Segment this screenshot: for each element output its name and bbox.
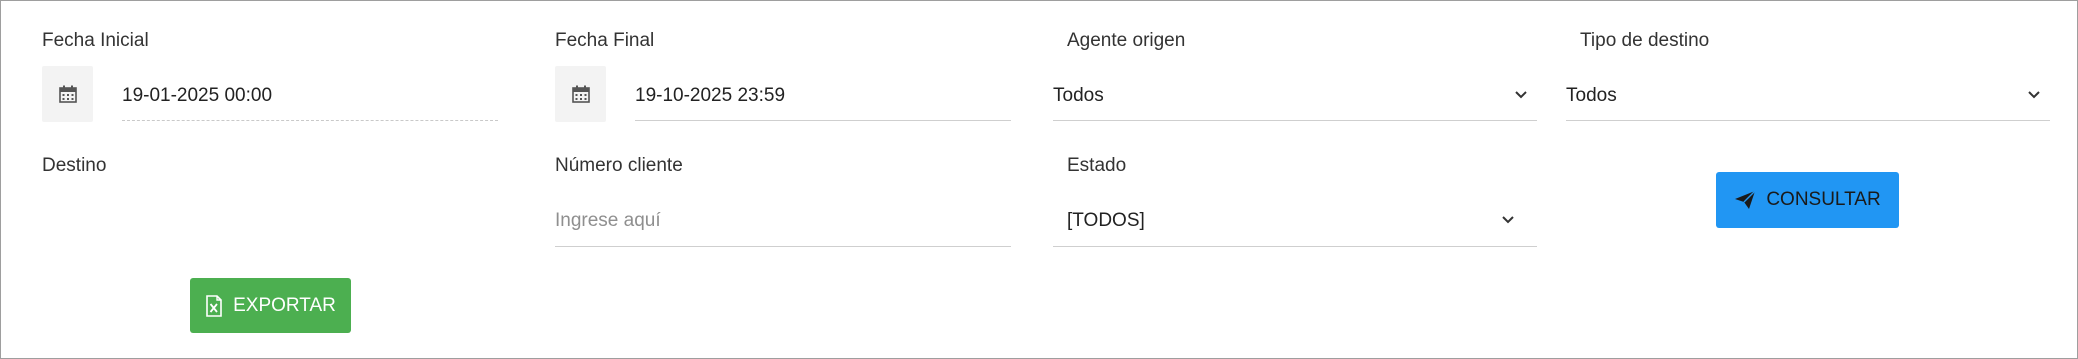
consultar-button[interactable]: CONSULTAR xyxy=(1716,172,1899,228)
chevron-down-icon xyxy=(1502,216,1514,224)
fecha-final-calendar-button[interactable] xyxy=(555,66,606,122)
agente-origen-underline xyxy=(1053,120,1537,121)
fecha-inicial-underline xyxy=(122,120,498,121)
tipo-destino-select[interactable]: Todos xyxy=(1566,79,2050,119)
fecha-final-input[interactable]: 19-10-2025 23:59 xyxy=(635,85,785,107)
numero-cliente-label: Número cliente xyxy=(555,155,683,176)
calendar-icon xyxy=(571,85,590,103)
estado-value: [TODOS] xyxy=(1067,210,1145,231)
paper-plane-icon xyxy=(1735,190,1756,209)
agente-origen-value: Todos xyxy=(1053,85,1104,106)
destino-label: Destino xyxy=(42,155,107,176)
tipo-destino-underline xyxy=(1566,120,2050,121)
numero-cliente-input[interactable]: Ingrese aquí xyxy=(555,210,661,232)
agente-origen-label: Agente origen xyxy=(1067,30,1186,51)
fecha-inicial-calendar-button[interactable] xyxy=(42,66,93,122)
agente-origen-select[interactable]: Todos xyxy=(1053,79,1537,119)
chevron-down-icon xyxy=(2028,91,2040,99)
tipo-destino-value: Todos xyxy=(1566,85,1617,106)
consultar-label: CONSULTAR xyxy=(1766,189,1881,210)
exportar-label: EXPORTAR xyxy=(233,294,336,316)
filter-panel: Fecha Inicial 19-01-2025 00:00 Fecha Fin… xyxy=(0,0,2078,359)
fecha-final-label: Fecha Final xyxy=(555,30,655,51)
exportar-button[interactable]: EXPORTAR xyxy=(190,278,351,333)
fecha-inicial-input[interactable]: 19-01-2025 00:00 xyxy=(122,85,272,107)
estado-select[interactable]: [TODOS] xyxy=(1067,204,1523,244)
calendar-icon xyxy=(58,85,77,103)
tipo-destino-label: Tipo de destino xyxy=(1580,30,1710,51)
numero-cliente-underline xyxy=(555,246,1011,247)
fecha-inicial-label: Fecha Inicial xyxy=(42,30,149,51)
excel-file-icon xyxy=(206,294,222,317)
chevron-down-icon xyxy=(1515,91,1527,99)
fecha-final-underline xyxy=(635,120,1011,121)
estado-underline xyxy=(1053,246,1537,247)
estado-label: Estado xyxy=(1067,155,1127,176)
